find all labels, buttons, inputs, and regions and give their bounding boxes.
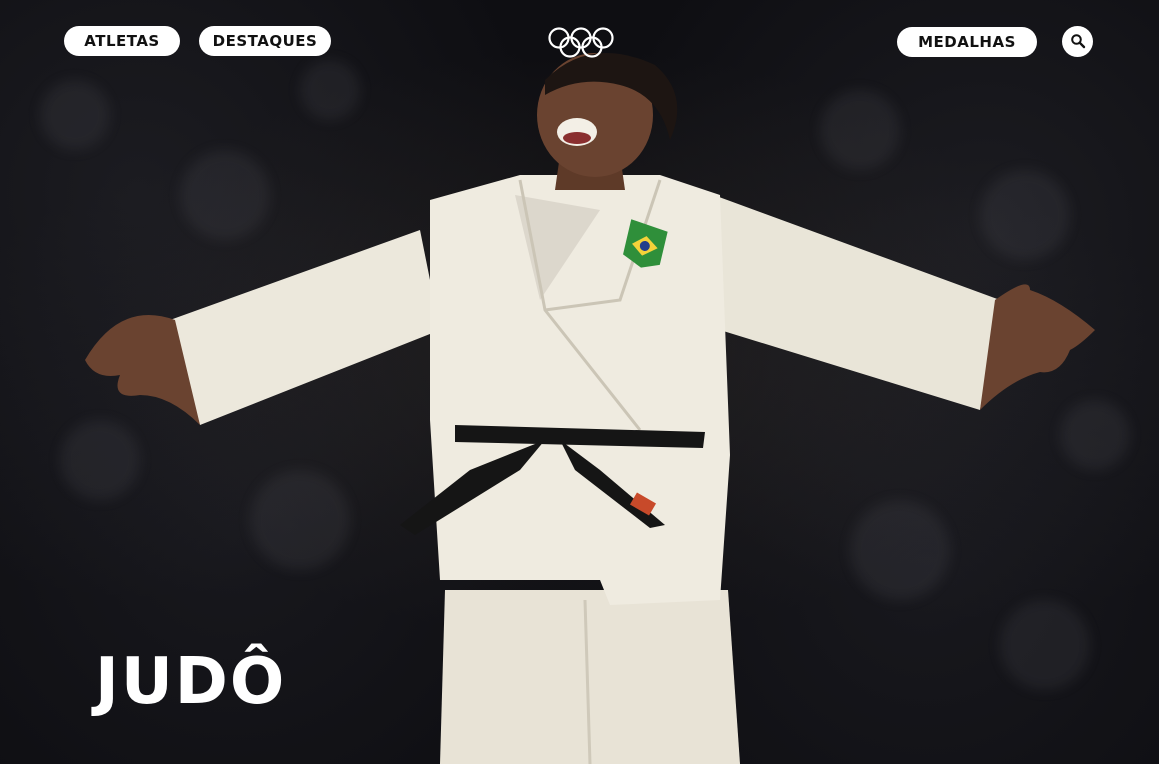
top-nav-left: ATLETAS DESTAQUES: [64, 26, 331, 56]
nav-medalhas-button[interactable]: MEDALHAS: [897, 27, 1037, 57]
nav-destaques-button[interactable]: DESTAQUES: [199, 26, 331, 56]
search-button[interactable]: [1062, 25, 1093, 57]
nav-atletas-button[interactable]: ATLETAS: [64, 26, 180, 56]
search-icon: [1070, 34, 1085, 49]
olympic-rings-icon[interactable]: [547, 27, 615, 59]
top-nav-right: MEDALHAS: [897, 25, 1093, 57]
sport-title: JUDÔ: [95, 645, 287, 719]
